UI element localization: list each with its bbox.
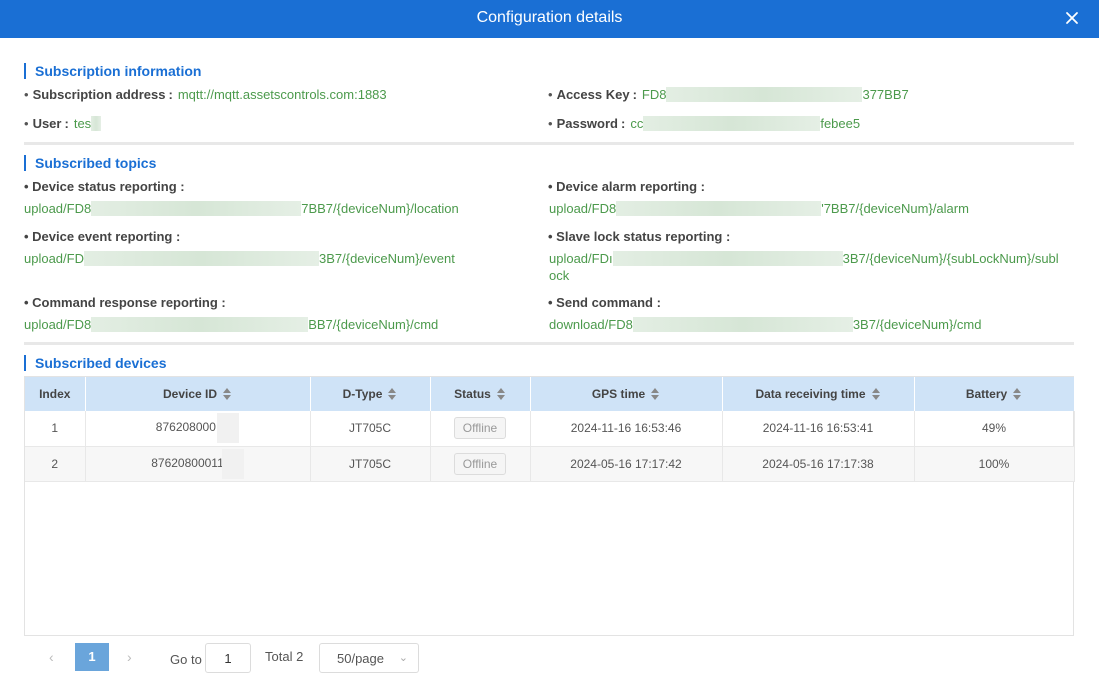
- user-row: • User: tes: [24, 115, 102, 132]
- page-size-value: 50/page: [337, 651, 384, 666]
- subscription-address-value: mqtt://mqtt.assetscontrols.com:1883: [177, 87, 387, 102]
- col-battery[interactable]: Battery: [914, 377, 1075, 411]
- col-data-time[interactable]: Data receiving time: [722, 377, 915, 411]
- cell-gps-time: 2024-05-16 17:17:42: [530, 446, 723, 482]
- cell-index: 2: [25, 446, 86, 482]
- sort-icon[interactable]: [496, 388, 506, 400]
- password-row: • Password: cc febee5: [548, 116, 861, 131]
- cell-dtype: JT705C: [310, 446, 431, 482]
- topic-cmdresp-value: upload/FD8 BB7/{deviceNum}/cmd: [24, 317, 439, 332]
- redaction-mask: [612, 251, 843, 266]
- topic-status-value: upload/FD8 7BB7/{deviceNum}/location: [24, 201, 459, 216]
- redaction-mask: [632, 317, 853, 332]
- subscription-heading: Subscription information: [24, 63, 201, 79]
- section-divider: [24, 142, 1074, 145]
- cell-battery: 49%: [914, 411, 1075, 447]
- cell-device-id: 876208000ı: [85, 411, 311, 447]
- col-device-id[interactable]: Device ID: [85, 377, 311, 411]
- cell-status: Offline: [430, 411, 531, 447]
- redaction-mask: [217, 413, 240, 444]
- col-gps-time[interactable]: GPS time: [530, 377, 723, 411]
- bullet: •: [24, 87, 29, 102]
- devices-table: Index Device ID D-Type Status GPS time D…: [24, 376, 1075, 636]
- topic-event-value: upload/FD 3B7/{deviceNum}/event: [24, 251, 455, 266]
- close-icon[interactable]: [1063, 9, 1081, 27]
- topic-status-label: • Device status reporting :: [24, 179, 185, 194]
- topic-cmdresp-label: • Command response reporting :: [24, 295, 226, 310]
- bullet: •: [548, 87, 553, 102]
- redaction-mask: [91, 317, 309, 332]
- table-row[interactable]: 2 87620800011 JT705C Offline 2024-05-16 …: [25, 446, 1075, 482]
- redaction-mask: [221, 448, 244, 479]
- topic-event-label: • Device event reporting :: [24, 229, 181, 244]
- col-index: Index: [25, 377, 86, 411]
- redaction-mask: [91, 201, 302, 216]
- sort-icon[interactable]: [651, 388, 660, 400]
- table-row[interactable]: 1 876208000ı JT705C Offline 2024-11-16 1…: [25, 411, 1075, 447]
- page-size-select[interactable]: 50/page ⌄: [319, 643, 419, 673]
- section-divider: [24, 342, 1074, 345]
- topics-heading: Subscribed topics: [24, 155, 156, 171]
- status-badge: Offline: [453, 417, 507, 440]
- devices-heading: Subscribed devices: [24, 355, 167, 371]
- access-key-row: • Access Key: FD8 377BB7: [548, 87, 909, 102]
- bullet: •: [24, 116, 29, 131]
- col-dtype[interactable]: D-Type: [310, 377, 431, 411]
- prev-page-button[interactable]: ‹: [49, 649, 54, 665]
- sort-icon[interactable]: [871, 388, 881, 400]
- cell-device-id: 87620800011: [85, 446, 311, 482]
- table-header-row: Index Device ID D-Type Status GPS time D…: [25, 377, 1075, 411]
- redaction-mask: [83, 251, 319, 266]
- status-badge: Offline: [453, 452, 507, 475]
- redaction-mask: [666, 87, 863, 102]
- subscription-address-row: • Subscription address: mqtt://mqtt.assets…: [24, 87, 387, 102]
- sort-icon[interactable]: [223, 388, 232, 400]
- dialog-header: Configuration details: [0, 0, 1099, 38]
- topic-send-label: • Send command :: [548, 295, 661, 310]
- cell-status: Offline: [430, 446, 531, 482]
- topic-alarm-label: • Device alarm reporting :: [548, 179, 705, 194]
- topic-slave-value: upload/FDı 3B7/{deviceNum}/{subLockNum}/s…: [549, 251, 1059, 283]
- cell-gps-time: 2024-11-16 16:53:46: [530, 411, 723, 447]
- subscription-address-label: Subscription address: [32, 87, 166, 102]
- sort-icon[interactable]: [388, 388, 397, 400]
- next-page-button[interactable]: ›: [127, 649, 132, 665]
- col-status[interactable]: Status: [430, 377, 531, 411]
- redaction-mask: [616, 201, 822, 216]
- access-key-label: Access Key: [556, 87, 630, 102]
- password-label: Password: [556, 116, 618, 131]
- bullet: •: [548, 116, 553, 131]
- cell-battery: 100%: [914, 446, 1075, 482]
- cell-data-time: 2024-05-16 17:17:38: [722, 446, 915, 482]
- cell-dtype: JT705C: [310, 411, 431, 447]
- cell-data-time: 2024-11-16 16:53:41: [722, 411, 915, 447]
- dialog-title: Configuration details: [476, 9, 623, 26]
- topic-send-value: download/FD8 3B7/{deviceNum}/cmd: [549, 317, 982, 332]
- total-count: Total 2: [265, 649, 304, 664]
- page-1-button[interactable]: 1: [75, 643, 109, 671]
- user-label: User: [32, 116, 62, 131]
- goto-label: Go to: [170, 652, 202, 667]
- redaction-mask: [91, 116, 102, 131]
- topic-slave-label: • Slave lock status reporting :: [548, 229, 731, 244]
- redaction-mask: [643, 116, 821, 131]
- cell-index: 1: [25, 411, 86, 447]
- topic-alarm-value: upload/FD8'7BB7/{deviceNum}/alarm: [549, 201, 969, 216]
- sort-icon[interactable]: [1013, 388, 1022, 400]
- user-value: tes: [73, 116, 92, 131]
- goto-page-input[interactable]: [205, 643, 251, 673]
- chevron-down-icon: ⌄: [398, 652, 408, 664]
